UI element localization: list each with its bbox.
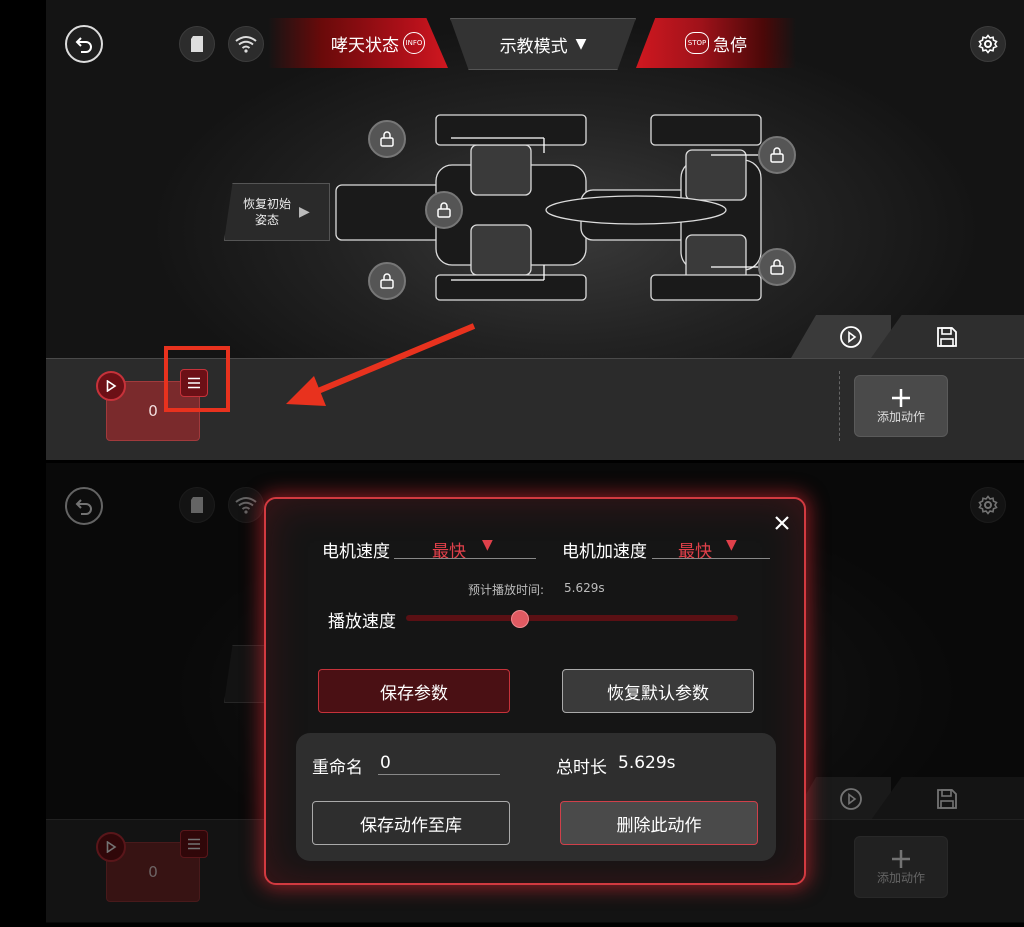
lock-icon xyxy=(437,202,451,218)
settings-button[interactable] xyxy=(970,26,1006,62)
emergency-stop-button[interactable]: STOP 急停 xyxy=(636,18,796,68)
play-icon xyxy=(840,325,862,348)
slider-thumb[interactable] xyxy=(510,610,529,628)
save-to-library-label: 保存动作至库 xyxy=(360,815,462,836)
main-screen: 哮天状态 INFO 示教模式 ▼ STOP 急停 恢复初始 姿态 ▶ 0 添加动… xyxy=(46,0,1024,460)
save-tab[interactable] xyxy=(871,315,1024,358)
lock-rear-right[interactable] xyxy=(758,248,796,286)
lock-rear-left[interactable] xyxy=(368,262,406,300)
save-to-library-button[interactable]: 保存动作至库 xyxy=(312,801,510,845)
settings-icon xyxy=(978,34,998,54)
wifi-button[interactable] xyxy=(228,26,264,62)
play-icon: ▶ xyxy=(299,204,310,220)
wifi-icon xyxy=(235,36,257,53)
highlight-box xyxy=(164,346,230,412)
lock-front-right[interactable] xyxy=(758,136,796,174)
rename-value: 0 xyxy=(380,753,391,773)
caret-down-icon: ▼ xyxy=(575,36,587,52)
motor-speed-select[interactable]: 最快 ▼ xyxy=(394,533,536,562)
restore-default-button[interactable]: 恢复默认参数 xyxy=(562,669,754,713)
add-action-label: 添加动作 xyxy=(876,409,925,424)
action-info-panel: 重命名 0 总时长 5.629s 保存动作至库 删除此动作 xyxy=(296,733,776,861)
status-tab[interactable]: 哮天状态 INFO xyxy=(268,18,448,68)
info-icon: INFO xyxy=(403,32,425,54)
motor-accel-select[interactable]: 最快 ▼ xyxy=(652,533,770,562)
stop-icon: STOP xyxy=(685,32,709,54)
action-play-button[interactable] xyxy=(96,371,126,401)
sd-card-button[interactable] xyxy=(179,26,215,62)
play-speed-slider[interactable] xyxy=(406,610,738,628)
mode-label: 示教模式 xyxy=(499,36,568,57)
motor-accel-label: 电机加速度 xyxy=(562,542,647,562)
action-settings-dialog: 电机速度 最快 ▼ 电机加速度 最快 ▼ 预计播放时间: 5.629s 播放速度… xyxy=(264,497,806,885)
estop-label: 急停 xyxy=(713,35,747,56)
status-label: 哮天状态 xyxy=(331,35,399,56)
back-button[interactable] xyxy=(65,25,103,63)
delete-action-button[interactable]: 删除此动作 xyxy=(560,801,758,845)
plus-icon xyxy=(892,388,910,407)
lock-icon xyxy=(380,273,394,289)
caret-down-icon: ▼ xyxy=(726,537,737,553)
delete-action-label: 删除此动作 xyxy=(616,815,702,836)
est-time-label: 预计播放时间: xyxy=(468,583,545,597)
close-icon[interactable] xyxy=(774,515,790,531)
restore-label-line1: 恢复初始 xyxy=(243,197,292,211)
save-params-button[interactable]: 保存参数 xyxy=(318,669,510,713)
rename-input[interactable]: 0 xyxy=(378,749,500,775)
pointer-arrow xyxy=(286,323,476,406)
est-time-value: 5.629s xyxy=(564,581,605,595)
restore-default-label: 恢复默认参数 xyxy=(607,683,709,704)
divider xyxy=(839,371,840,441)
back-icon xyxy=(75,37,92,53)
restore-pose-button[interactable]: 恢复初始 姿态 ▶ xyxy=(224,183,330,241)
lock-icon xyxy=(770,259,784,275)
lock-icon xyxy=(380,131,394,147)
playback-tabs xyxy=(791,315,1024,358)
save-params-label: 保存参数 xyxy=(380,683,448,704)
caret-down-icon: ▼ xyxy=(482,537,493,553)
total-duration-value: 5.629s xyxy=(618,753,676,773)
lock-center[interactable] xyxy=(425,191,463,229)
mode-dropdown[interactable]: 示教模式 ▼ xyxy=(450,18,636,70)
play-icon xyxy=(106,380,117,392)
save-icon xyxy=(937,326,957,347)
restore-label-line2: 姿态 xyxy=(255,213,280,227)
lock-front-left[interactable] xyxy=(368,120,406,158)
lock-icon xyxy=(770,147,784,163)
rename-label: 重命名 xyxy=(312,758,363,778)
motor-speed-label: 电机速度 xyxy=(322,542,390,562)
action-index: 0 xyxy=(148,402,158,420)
add-action-button[interactable]: 添加动作 xyxy=(854,375,948,437)
sd-card-icon xyxy=(191,36,203,52)
total-duration-label: 总时长 xyxy=(556,758,607,778)
play-speed-label: 播放速度 xyxy=(328,612,396,632)
